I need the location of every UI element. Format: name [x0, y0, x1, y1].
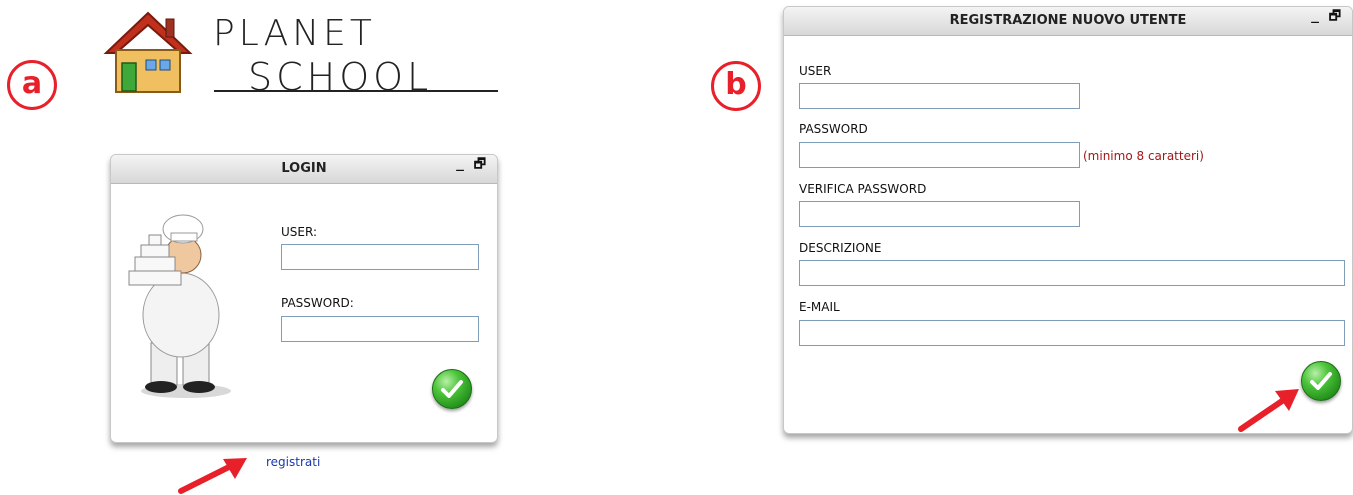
register-email-label: E-MAIL: [799, 300, 840, 314]
login-window: LOGIN _ 🗗 USER: PASSWORD:: [110, 154, 498, 443]
planet-school-logo: PLANET SCHOOL: [98, 5, 498, 105]
house-icon: [103, 11, 193, 93]
logo-line1: PLANET: [213, 13, 376, 54]
chef-illustration: [128, 214, 231, 398]
login-password-input[interactable]: [281, 316, 479, 342]
login-title: LOGIN: [281, 161, 327, 176]
login-user-input[interactable]: [281, 244, 479, 270]
register-verify-password-input[interactable]: [799, 201, 1080, 227]
register-email-input[interactable]: [799, 320, 1345, 346]
register-password-input[interactable]: [799, 142, 1080, 168]
login-password-label: PASSWORD:: [281, 296, 354, 310]
login-titlebar: LOGIN _ 🗗: [111, 155, 497, 184]
register-window: REGISTRAZIONE NUOVO UTENTE _ 🗗 USER PASS…: [783, 6, 1353, 434]
register-description-input[interactable]: [799, 260, 1345, 286]
password-hint: (minimo 8 caratteri): [1083, 149, 1204, 163]
arrow-icon: [1238, 389, 1299, 432]
register-submit-button[interactable]: [1301, 361, 1341, 401]
register-description-label: DESCRIZIONE: [799, 241, 882, 255]
checkmark-icon: [1310, 372, 1332, 390]
logo-underline: [214, 90, 498, 92]
register-verify-label: VERIFICA PASSWORD: [799, 182, 927, 196]
window-controls[interactable]: _ 🗗: [1311, 7, 1342, 35]
register-user-label: USER: [799, 64, 832, 78]
marker-a: a: [7, 60, 57, 110]
window-controls[interactable]: _ 🗗: [456, 155, 487, 183]
register-titlebar: REGISTRAZIONE NUOVO UTENTE _ 🗗: [784, 7, 1352, 36]
checkmark-icon: [441, 380, 463, 398]
register-title: REGISTRAZIONE NUOVO UTENTE: [949, 13, 1187, 28]
register-link[interactable]: registrati: [266, 455, 320, 469]
login-user-label: USER:: [281, 225, 317, 239]
register-password-label: PASSWORD: [799, 122, 868, 136]
marker-b: b: [711, 61, 761, 111]
login-submit-button[interactable]: [432, 369, 472, 409]
arrow-icon: [178, 458, 247, 494]
register-user-input[interactable]: [799, 83, 1080, 109]
